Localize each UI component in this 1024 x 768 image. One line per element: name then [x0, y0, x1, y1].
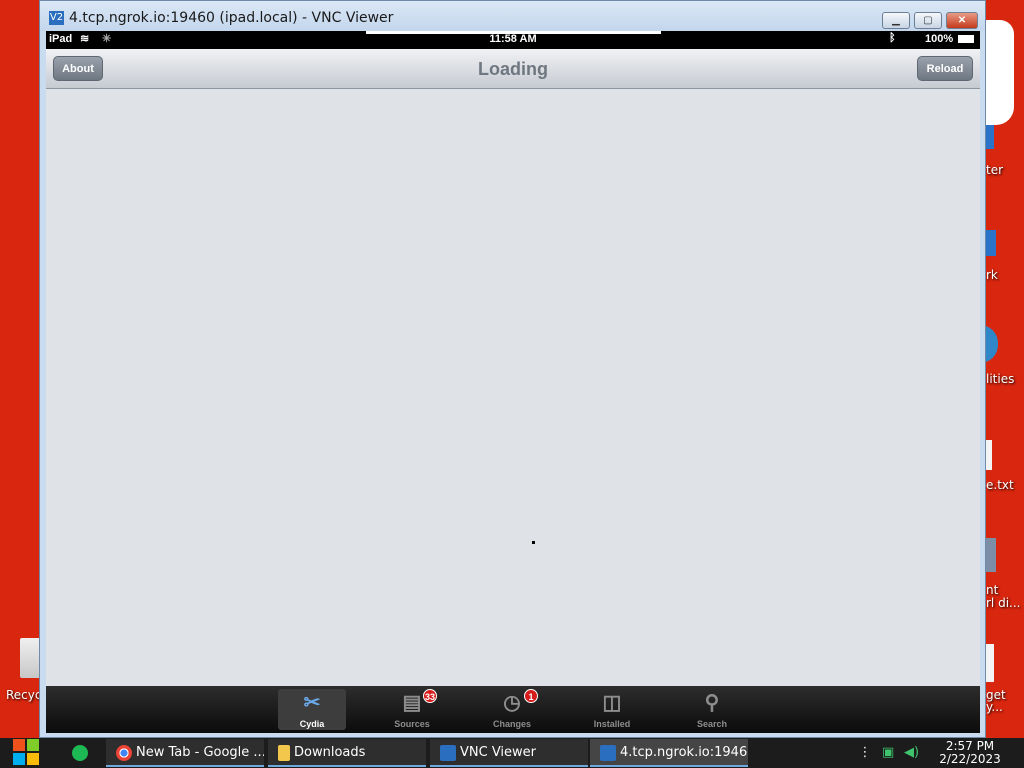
- desktop-icon-partial: [984, 20, 1014, 125]
- tab-cydia[interactable]: ✂ Cydia: [278, 689, 346, 730]
- vnc-app-icon: V2: [49, 11, 64, 25]
- taskbar-app-icon[interactable]: [72, 739, 94, 767]
- cursor-dot: [532, 541, 535, 544]
- tray-clock[interactable]: 2:57 PM 2/22/2023: [930, 740, 1010, 766]
- status-time: 11:58 AM: [489, 33, 537, 45]
- desktop-icon-label-rldi: rl di...: [986, 596, 1021, 610]
- taskbar-item-downloads[interactable]: Downloads: [268, 739, 426, 767]
- minimize-button[interactable]: ▁: [882, 12, 910, 29]
- tab-label: Installed: [593, 719, 631, 729]
- ios-status-bar: iPad ≋ ✳ 11:58 AM ᛒ 100%: [46, 31, 980, 49]
- window-title-bar[interactable]: V2 4.tcp.ngrok.io:19460 (ipad.local) - V…: [40, 1, 985, 31]
- start-button[interactable]: [10, 738, 42, 768]
- tab-sources[interactable]: ▤ 33 Sources: [378, 689, 446, 730]
- overflow-menu-icon[interactable]: ⋮: [858, 739, 872, 767]
- tab-search[interactable]: ⚲ Search: [678, 689, 746, 730]
- taskbar-item-chrome[interactable]: New Tab - Google ...: [106, 739, 264, 767]
- desktop-icon-label: Recyc: [6, 688, 42, 702]
- desktop-icon-label-y: y...: [986, 700, 1003, 714]
- vnc-viewer-window: V2 4.tcp.ngrok.io:19460 (ipad.local) - V…: [39, 0, 986, 738]
- tab-label: Search: [696, 719, 728, 729]
- bluetooth-icon: ᛒ: [889, 32, 896, 44]
- taskbar-item-vnc-viewer[interactable]: VNC Viewer: [430, 739, 588, 767]
- windows-logo-icon: [11, 738, 41, 768]
- reload-button[interactable]: Reload: [917, 56, 973, 81]
- folder-icon: [278, 744, 290, 761]
- chat-app-icon: [72, 744, 88, 761]
- desktop-icon-label-ter: ter: [986, 163, 1004, 177]
- tab-label: Cydia: [299, 719, 325, 729]
- taskbar-item-vnc-session[interactable]: 4.tcp.ngrok.io:1946...: [590, 739, 748, 767]
- page-title: Loading: [478, 59, 548, 79]
- clock-date: 2/22/2023: [939, 752, 1001, 766]
- desktop-icon-label-txt: e.txt: [986, 478, 1014, 492]
- remote-ipad-screen[interactable]: iPad ≋ ✳ 11:58 AM ᛒ 100% About Loading R…: [46, 31, 980, 733]
- maximize-button[interactable]: ▢: [914, 12, 942, 29]
- changes-badge: 1: [524, 689, 538, 703]
- taskbar-item-label: VNC Viewer: [460, 745, 537, 760]
- content-area[interactable]: [46, 89, 980, 686]
- battery-percent: 100%: [925, 33, 954, 45]
- taskbar-item-label: 4.tcp.ngrok.io:1946...: [620, 745, 748, 760]
- search-icon: ⚲: [704, 692, 720, 714]
- cydia-icon: ✂: [303, 692, 321, 714]
- tab-label: Changes: [492, 719, 531, 729]
- cydia-tab-bar: ✂ Cydia ▤ 33 Sources ◷ 1 Changes ◫ Insta…: [46, 686, 980, 733]
- volume-icon[interactable]: ◀): [904, 739, 922, 767]
- close-button[interactable]: ✕: [946, 12, 978, 29]
- book-icon: ◫: [602, 692, 622, 714]
- loading-progress-bar: [366, 31, 661, 34]
- desktop-icon-label-nt: nt: [986, 583, 999, 597]
- desktop-icon-label-rk: rk: [986, 268, 998, 282]
- vnc-icon: [440, 744, 456, 761]
- taskbar-item-label: Downloads: [294, 745, 366, 760]
- vnc-icon: [600, 744, 616, 761]
- tab-installed[interactable]: ◫ Installed: [578, 689, 646, 730]
- tab-changes[interactable]: ◷ 1 Changes: [478, 689, 546, 730]
- chrome-icon: [116, 744, 132, 761]
- sources-badge: 33: [423, 689, 437, 703]
- window-title: 4.tcp.ngrok.io:19460 (ipad.local) - VNC …: [69, 10, 394, 26]
- network-icon[interactable]: ▣: [882, 739, 900, 767]
- desktop-icon-label-lities: lities: [986, 372, 1015, 386]
- ios-navigation-bar: About Loading Reload: [46, 49, 980, 89]
- taskbar-item-label: New Tab - Google ...: [136, 745, 264, 760]
- tab-label: Sources: [394, 719, 430, 729]
- battery-icon: [958, 35, 974, 43]
